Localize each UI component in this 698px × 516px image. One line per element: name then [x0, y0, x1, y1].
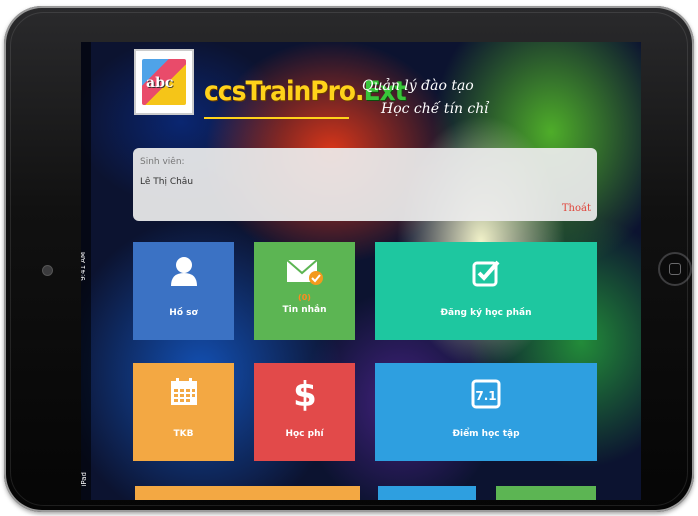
tile-tuition-label: Học phí: [285, 429, 324, 439]
tagline-line1: Quản lý đào tạo: [362, 78, 474, 94]
tile-grades[interactable]: 7.1 Điểm học tập: [375, 363, 597, 461]
brand-main: ccsTrainPro.: [204, 76, 365, 107]
brand-title: ccsTrainPro.Ext: [204, 76, 407, 107]
dollar-icon: $: [293, 375, 317, 411]
tile-timetable[interactable]: TKB: [133, 363, 234, 461]
student-panel: Sinh viên: Lê Thị Châu Thoát: [133, 148, 597, 221]
checkbox-icon: [472, 260, 500, 287]
tablet-frame: 9:41 AM iPad ccsTrainPro.Ext Quản lý đào…: [4, 6, 694, 512]
calendar-icon: [170, 378, 197, 405]
tile-course-registration-label: Đăng ký học phần: [440, 308, 532, 318]
tile-partial-orange[interactable]: [135, 486, 360, 500]
tile-partial-green[interactable]: [496, 486, 596, 500]
tile-grades-label: Điểm học tập: [452, 429, 520, 439]
student-label: Sinh viên:: [140, 157, 185, 167]
app-logo: [134, 49, 194, 115]
envelope-icon: [285, 259, 323, 285]
camera-icon: [42, 265, 53, 276]
tile-timetable-label: TKB: [173, 429, 194, 439]
message-count: (0): [298, 293, 311, 302]
tile-profile-label: Hồ sơ: [169, 308, 198, 318]
status-time: 9:41 AM: [81, 252, 87, 281]
student-name: Lê Thị Châu: [140, 177, 194, 187]
user-icon: [170, 257, 197, 286]
home-button[interactable]: [658, 252, 692, 286]
svg-text:7.1: 7.1: [475, 389, 496, 403]
status-bar: 9:41 AM iPad: [81, 42, 91, 500]
brand-underline: [204, 117, 349, 119]
svg-text:$: $: [293, 375, 317, 411]
app-screen: 9:41 AM iPad ccsTrainPro.Ext Quản lý đào…: [81, 42, 641, 500]
book-icon: [142, 59, 186, 105]
tile-tuition[interactable]: $ Học phí: [254, 363, 355, 461]
tile-course-registration[interactable]: Đăng ký học phần: [375, 242, 597, 340]
tile-profile[interactable]: Hồ sơ: [133, 242, 234, 340]
logout-link[interactable]: Thoát: [562, 203, 591, 214]
tile-messages[interactable]: (0) Tin nhắn: [254, 242, 355, 340]
tile-partial-blue[interactable]: [378, 486, 476, 500]
grade-icon: 7.1: [471, 379, 501, 409]
brand-ext: Ext: [363, 76, 407, 107]
status-carrier: iPad: [81, 472, 88, 487]
tagline-line2: Học chế tín chỉ: [381, 101, 489, 117]
tile-messages-label: Tin nhắn: [282, 305, 327, 315]
